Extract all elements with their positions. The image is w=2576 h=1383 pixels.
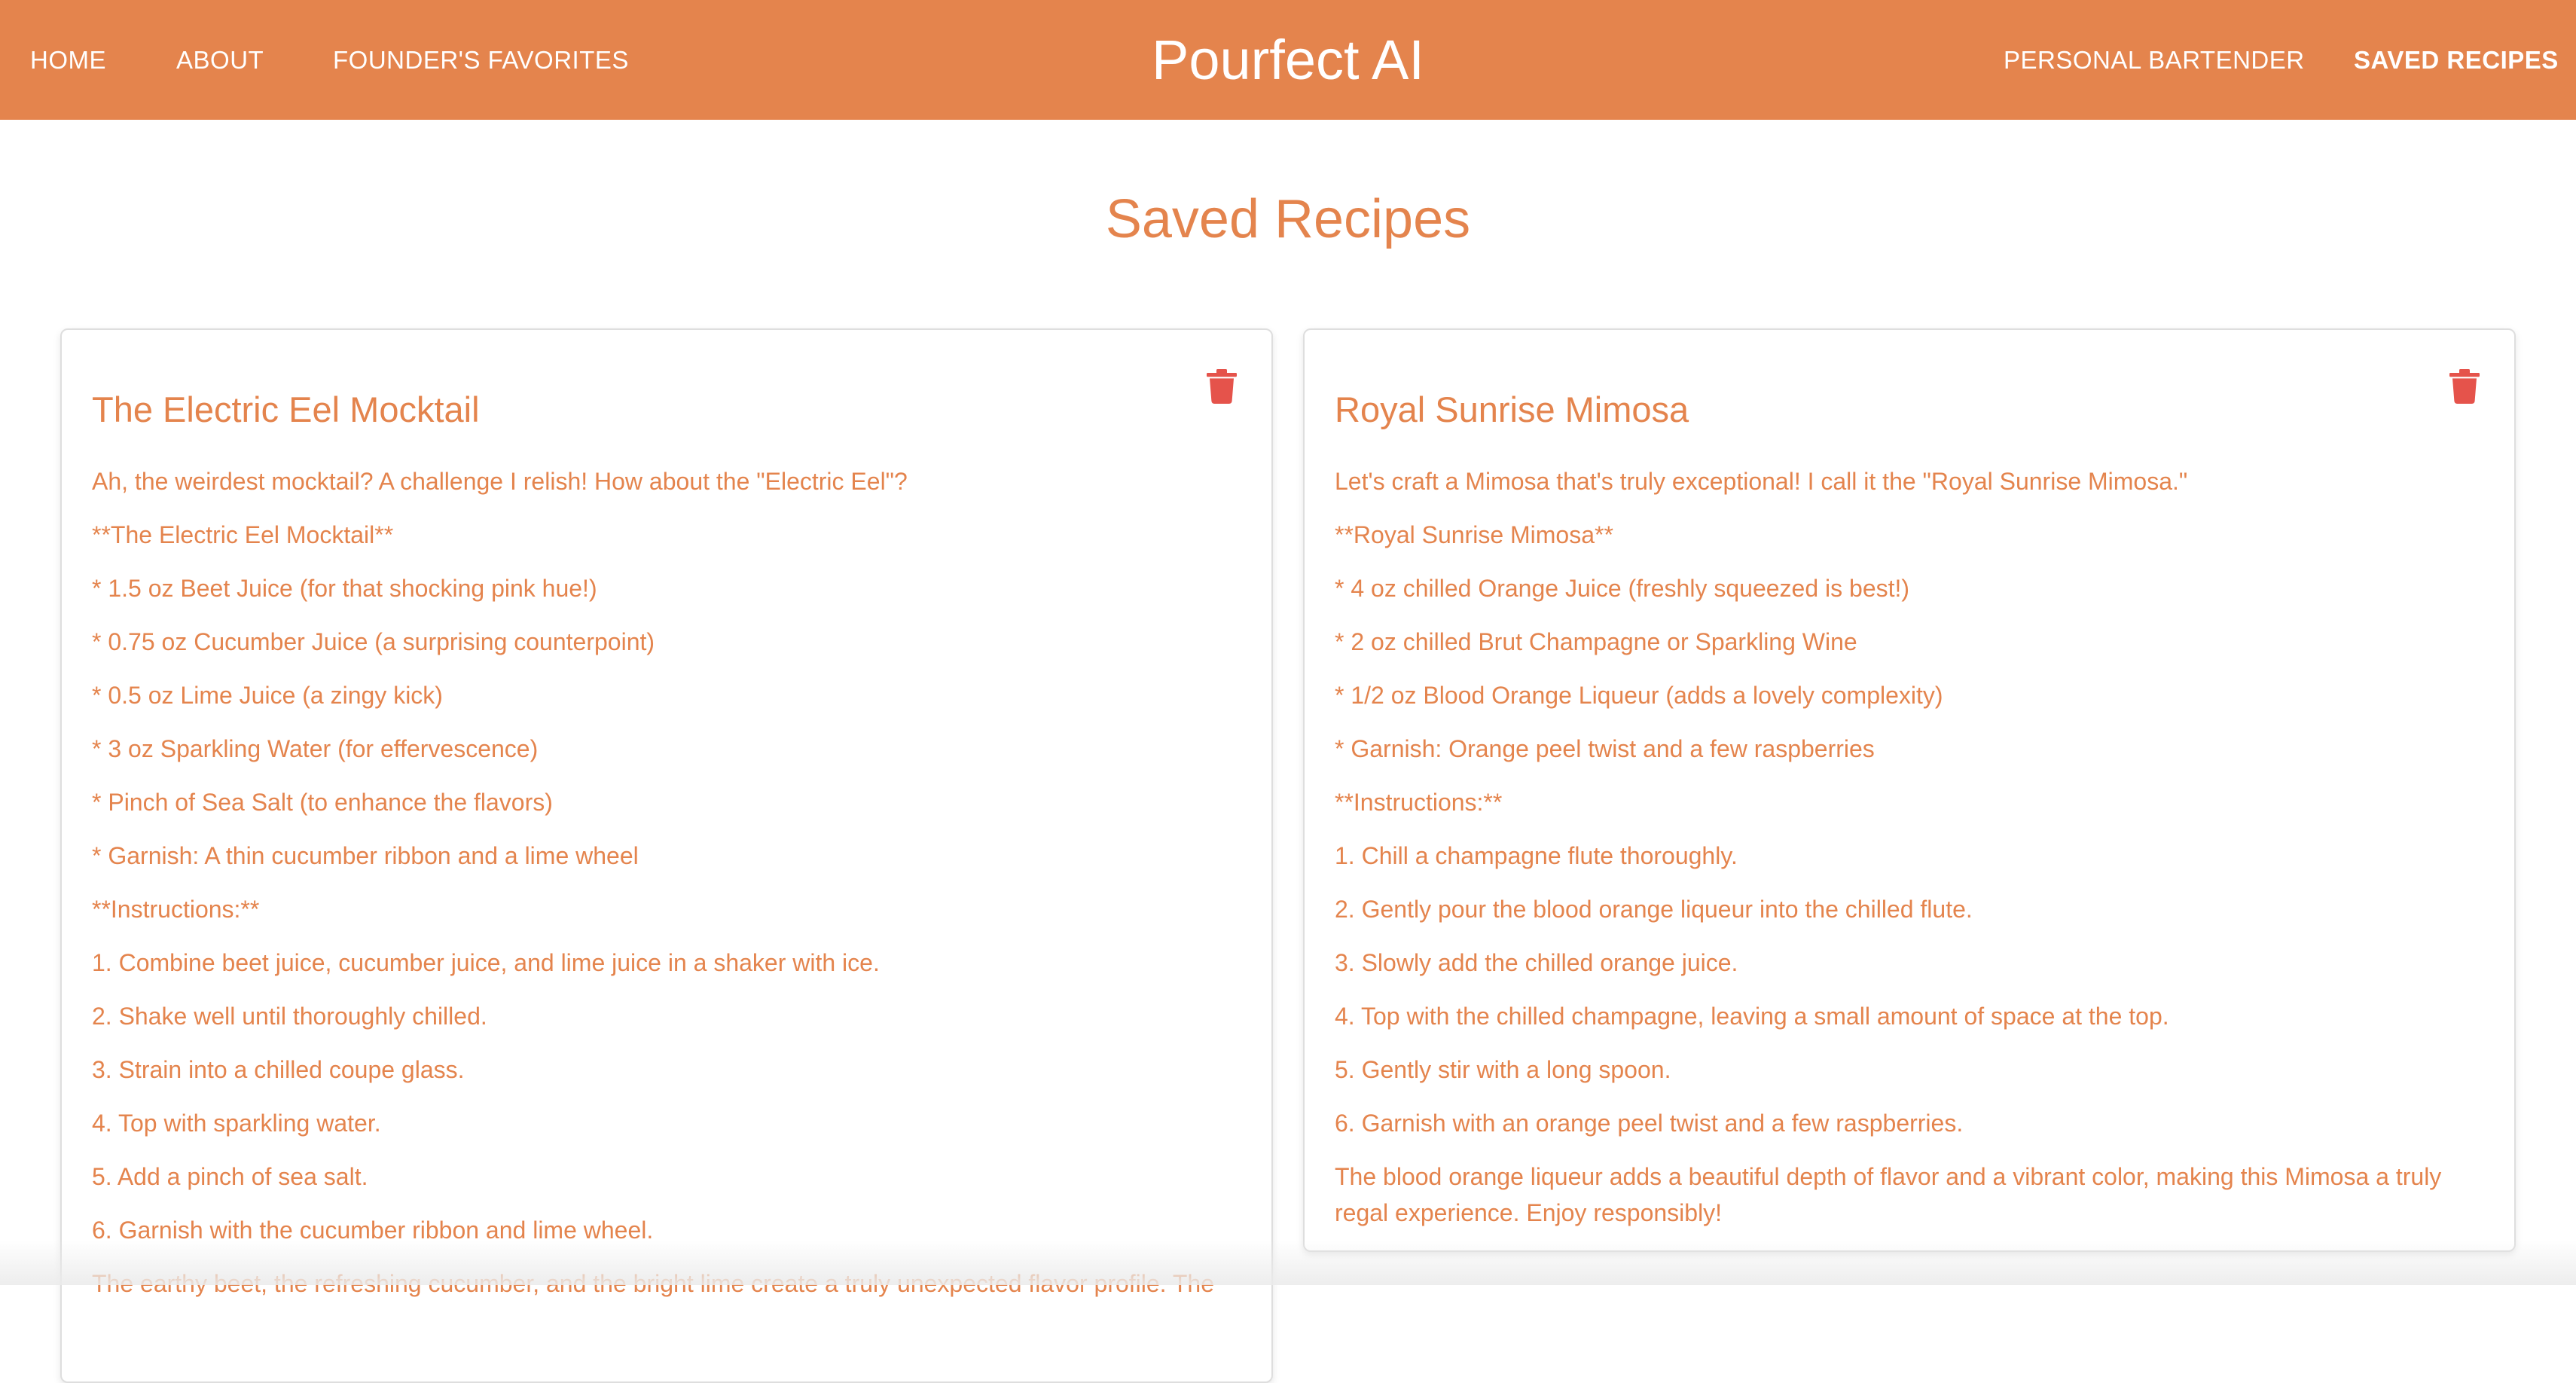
trash-icon [2449,369,2480,404]
recipe-line: 2. Gently pour the blood orange liqueur … [1335,891,2484,927]
recipe-line: * 0.75 oz Cucumber Juice (a surprising c… [92,624,1241,660]
delete-recipe-button[interactable] [1207,369,1237,404]
recipe-line: * 1/2 oz Blood Orange Liqueur (adds a lo… [1335,677,2484,713]
recipe-line: * 4 oz chilled Orange Juice (freshly squ… [1335,570,2484,606]
nav-saved-recipes-link[interactable]: SAVED RECIPES [2354,0,2559,120]
recipe-line: 1. Combine beet juice, cucumber juice, a… [92,945,1241,981]
recipe-line: * Pinch of Sea Salt (to enhance the flav… [92,784,1241,820]
recipe-card: Royal Sunrise Mimosa Let's craft a Mimos… [1303,328,2516,1252]
recipe-line: * Garnish: Orange peel twist and a few r… [1335,731,2484,767]
recipe-line: **Royal Sunrise Mimosa** [1335,517,2484,553]
recipe-line: 6. Garnish with the cucumber ribbon and … [92,1212,1241,1248]
recipe-line: * 3 oz Sparkling Water (for effervescenc… [92,731,1241,767]
recipe-card: The Electric Eel Mocktail Ah, the weirde… [60,328,1273,1383]
recipe-line: 5. Gently stir with a long spoon. [1335,1052,2484,1088]
recipe-line: 2. Shake well until thoroughly chilled. [92,998,1241,1034]
recipe-line: Let's craft a Mimosa that's truly except… [1335,463,2484,499]
recipe-line: 5. Add a pinch of sea salt. [92,1159,1241,1195]
recipe-line: * 1.5 oz Beet Juice (for that shocking p… [92,570,1241,606]
recipe-line: 4. Top with the chilled champagne, leavi… [1335,998,2484,1034]
recipe-body: Let's craft a Mimosa that's truly except… [1335,463,2484,1231]
top-navbar: HOME ABOUT FOUNDER'S FAVORITES Pourfect … [0,0,2576,120]
recipe-line: 6. Garnish with an orange peel twist and… [1335,1105,2484,1141]
recipe-title: The Electric Eel Mocktail [92,392,1241,427]
trash-icon [1207,369,1237,404]
recipe-line: 4. Top with sparkling water. [92,1105,1241,1141]
recipe-line: **Instructions:** [92,891,1241,927]
recipe-line: 1. Chill a champagne flute thoroughly. [1335,838,2484,874]
recipe-line: 3. Slowly add the chilled orange juice. [1335,945,2484,981]
recipe-line: * Garnish: A thin cucumber ribbon and a … [92,838,1241,874]
recipe-body: Ah, the weirdest mocktail? A challenge I… [92,463,1241,1302]
recipe-line: * 2 oz chilled Brut Champagne or Sparkli… [1335,624,2484,660]
recipe-line: **The Electric Eel Mocktail** [92,517,1241,553]
page-title: Saved Recipes [0,188,2576,250]
recipe-line: The earthy beet, the refreshing cucumber… [92,1265,1241,1302]
recipe-line: 3. Strain into a chilled coupe glass. [92,1052,1241,1088]
recipe-line: The blood orange liqueur adds a beautifu… [1335,1159,2484,1231]
recipe-line: Ah, the weirdest mocktail? A challenge I… [92,463,1241,499]
recipe-line: **Instructions:** [1335,784,2484,820]
delete-recipe-button[interactable] [2449,369,2480,404]
recipe-title: Royal Sunrise Mimosa [1335,392,2484,427]
recipe-line: * 0.5 oz Lime Juice (a zingy kick) [92,677,1241,713]
nav-personal-bartender-link[interactable]: PERSONAL BARTENDER [2004,0,2305,120]
